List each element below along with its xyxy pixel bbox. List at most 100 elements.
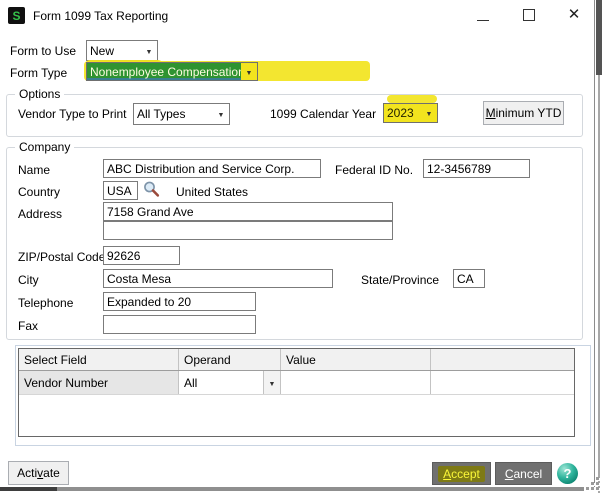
options-group-title: Options	[15, 87, 64, 101]
country-code-value: USA	[107, 184, 132, 198]
title-bar: S Form 1099 Tax Reporting ✕	[0, 0, 595, 30]
maximize-icon	[523, 9, 535, 21]
zip-value: 92626	[107, 249, 140, 263]
grid-row-vendor-number[interactable]: Vendor Number All	[19, 371, 574, 395]
state-field[interactable]: CA	[453, 269, 485, 288]
zip-label: ZIP/Postal Code	[18, 250, 105, 264]
grid-cell-extra[interactable]	[431, 371, 574, 394]
telephone-label: Telephone	[18, 296, 73, 310]
maximize-button[interactable]	[517, 4, 541, 26]
grid-header-select-field: Select Field	[19, 349, 179, 370]
name-label: Name	[18, 163, 50, 177]
grid-container: Select Field Operand Value Vendor Number…	[15, 345, 591, 446]
grid-operand-dropdown-button[interactable]	[263, 371, 280, 394]
state-label: State/Province	[361, 273, 439, 287]
country-label: Country	[18, 185, 60, 199]
grid-cell-operand[interactable]: All	[179, 371, 281, 394]
chevron-down-icon	[269, 376, 276, 390]
form-type-label: Form Type	[10, 66, 67, 80]
address-line1-field[interactable]: 7158 Grand Ave	[103, 202, 393, 221]
form-type-select[interactable]: Nonemployee Compensation	[86, 62, 258, 81]
grip-dot	[596, 487, 599, 490]
vendor-type-label: Vendor Type to Print	[18, 107, 127, 121]
chevron-down-icon[interactable]	[421, 106, 437, 120]
app-icon: S	[8, 7, 25, 24]
country-field[interactable]: USA	[103, 181, 138, 200]
selection-grid: Select Field Operand Value Vendor Number…	[18, 348, 575, 437]
help-question-icon: ?	[564, 466, 572, 481]
minimize-icon	[477, 20, 489, 21]
chevron-down-icon[interactable]	[141, 44, 157, 58]
grid-cell-value[interactable]	[281, 371, 431, 394]
vendor-type-value: All Types	[134, 107, 213, 121]
grid-operand-value: All	[179, 376, 263, 390]
federal-id-value: 12-3456789	[427, 162, 491, 176]
zip-field[interactable]: 92626	[103, 246, 180, 265]
chevron-down-icon[interactable]	[241, 65, 257, 79]
fax-label: Fax	[18, 319, 38, 333]
accept-key: A	[443, 467, 451, 481]
help-button[interactable]: ?	[557, 463, 578, 484]
country-name-text: United States	[176, 185, 248, 199]
minimum-ytd-rest: inimum YTD	[496, 106, 562, 120]
form-to-use-label: Form to Use	[10, 44, 76, 58]
grip-dot	[596, 482, 599, 485]
minimize-button[interactable]	[471, 4, 495, 26]
window-title: Form 1099 Tax Reporting	[33, 9, 168, 23]
accept-post: ccept	[451, 467, 480, 481]
activate-post: ate	[43, 466, 60, 480]
app-icon-letter: S	[12, 10, 20, 22]
state-value: CA	[457, 272, 474, 286]
federal-id-label: Federal ID No.	[335, 163, 413, 177]
grip-dot	[586, 487, 589, 490]
dialog-right-border	[594, 0, 595, 487]
bottom-window-strip-dark	[0, 487, 57, 491]
minimum-ytd-key: M	[486, 106, 496, 120]
city-label: City	[18, 273, 39, 287]
cancel-post: ancel	[513, 467, 542, 481]
country-lookup-button[interactable]	[142, 180, 161, 199]
address-line1-value: 7158 Grand Ave	[107, 205, 194, 219]
telephone-field[interactable]: Expanded to 20	[103, 292, 256, 311]
calendar-year-select[interactable]: 2023	[383, 103, 438, 123]
name-field[interactable]: ABC Distribution and Service Corp.	[103, 159, 321, 178]
close-icon: ✕	[568, 5, 581, 23]
minimum-ytd-button[interactable]: Minimum YTD	[483, 101, 564, 125]
name-value: ABC Distribution and Service Corp.	[107, 162, 294, 176]
fax-field[interactable]	[103, 315, 256, 334]
form-to-use-value: New	[87, 44, 141, 58]
background-window-edge-line	[598, 75, 600, 493]
form-to-use-select[interactable]: New	[86, 40, 158, 61]
address-line2-field[interactable]	[103, 221, 393, 240]
cancel-button[interactable]: Cancel	[495, 462, 552, 485]
chevron-down-icon[interactable]	[213, 107, 229, 121]
highlight-mark-above-year	[387, 95, 437, 103]
grid-header-operand: Operand	[179, 349, 281, 370]
accept-button[interactable]: Accept	[432, 462, 491, 485]
city-field[interactable]: Costa Mesa	[103, 269, 333, 288]
company-group-title: Company	[15, 140, 74, 154]
activate-button[interactable]: Activate	[8, 461, 69, 485]
grip-dot	[591, 482, 594, 485]
background-window-edge-top	[596, 0, 602, 75]
city-value: Costa Mesa	[107, 272, 171, 286]
calendar-year-value: 2023	[384, 106, 421, 120]
form-1099-dialog: S Form 1099 Tax Reporting ✕ Form to Use …	[0, 0, 602, 493]
grip-dot	[596, 477, 599, 480]
grid-header-value: Value	[281, 349, 431, 370]
vendor-type-select[interactable]: All Types	[133, 103, 230, 125]
federal-id-field[interactable]: 12-3456789	[423, 159, 530, 178]
resize-grip[interactable]	[584, 475, 602, 492]
grip-dot	[591, 487, 594, 490]
telephone-value: Expanded to 20	[107, 295, 191, 309]
grid-header-row: Select Field Operand Value	[19, 349, 574, 371]
grid-header-extra	[431, 349, 574, 370]
lookup-magnifier-icon	[142, 180, 161, 199]
activate-pre: Acti	[17, 466, 37, 480]
form-type-value: Nonemployee Compensation	[87, 63, 241, 80]
address-label: Address	[18, 207, 62, 221]
bottom-window-strip	[0, 487, 584, 491]
calendar-year-label: 1099 Calendar Year	[270, 107, 376, 121]
close-button[interactable]: ✕	[561, 2, 587, 26]
grid-cell-select-field[interactable]: Vendor Number	[19, 371, 179, 394]
